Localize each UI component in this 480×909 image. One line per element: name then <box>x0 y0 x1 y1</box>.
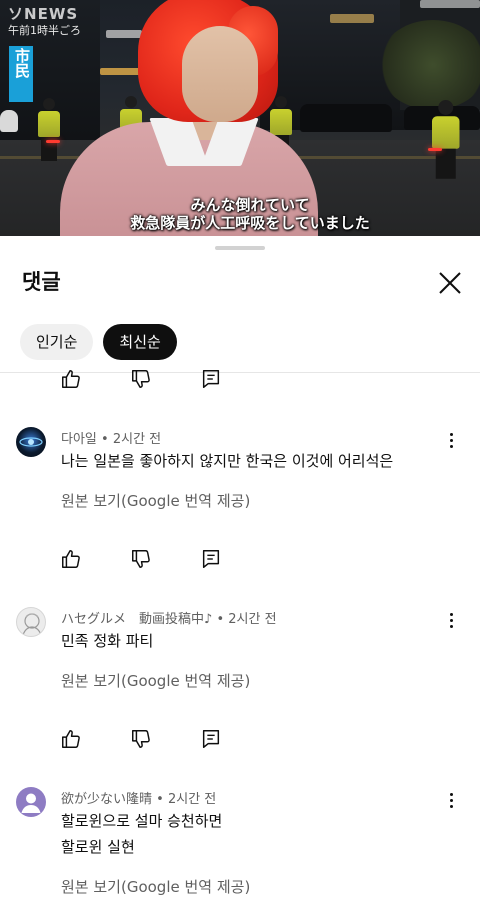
avatar[interactable] <box>16 607 46 637</box>
see-original-link[interactable]: 원본 보기(Google 번역 제공) <box>61 670 250 691</box>
broadcast-timestamp: 午前1時半ごろ <box>8 24 81 37</box>
meta-separator: • <box>156 792 164 807</box>
police-officer <box>38 98 60 161</box>
comment-actions <box>60 548 270 570</box>
broadcaster-overlay: ソNEWS 午前1時半ごろ <box>8 3 81 38</box>
sort-chips: 인기순 최신순 <box>20 324 177 360</box>
sheet-title: 댓글 <box>22 271 61 294</box>
broadcaster-logo: NEWS <box>24 5 79 23</box>
comment-author[interactable]: ハセグルメ 動画投稿中♪ <box>61 612 212 627</box>
thumbs-down-icon[interactable] <box>130 728 152 750</box>
broadcaster-prefix: ソ <box>8 5 25 23</box>
thumbs-down-icon[interactable] <box>130 548 152 570</box>
comment-meta: 다아일 • 2시간 전 <box>61 428 161 447</box>
meta-separator: • <box>101 432 109 447</box>
comment-author[interactable]: 다아일 <box>61 432 97 447</box>
speaker-tag-text: 市民 <box>13 48 31 78</box>
comment-text: 민족 정화 파티 <box>61 632 154 650</box>
close-button[interactable] <box>433 266 467 300</box>
sort-chip-popular[interactable]: 인기순 <box>20 324 94 360</box>
comment-meta: 欲が少ない隆晴 • 2시간 전 <box>61 788 216 807</box>
sort-chip-newest[interactable]: 최신순 <box>103 324 177 360</box>
thumbs-up-icon[interactable] <box>60 548 82 570</box>
store-sign <box>330 14 374 23</box>
thumbs-up-icon[interactable] <box>60 728 82 750</box>
see-original-link[interactable]: 원본 보기(Google 번역 제공) <box>61 876 250 897</box>
more-vert-icon[interactable] <box>440 789 462 811</box>
comment-item: 다아일 • 2시간 전 나는 일본을 좋아하지 않지만 한국은 이것에 어리석은… <box>0 422 480 582</box>
meta-separator: • <box>216 612 225 627</box>
more-vert-icon[interactable] <box>440 429 462 451</box>
comment-text-line: 할로윈으로 설마 승천하면 <box>61 812 223 830</box>
comment-actions <box>60 728 270 750</box>
speaker-tag: 市民 <box>9 46 33 102</box>
more-vert-icon[interactable] <box>440 609 462 631</box>
video-player[interactable]: ソNEWS 午前1時半ごろ 市民 みんな倒れていて 救急隊員が人工呼吸をしていま… <box>0 0 480 236</box>
comment-actions <box>60 370 270 390</box>
drag-handle[interactable] <box>215 246 265 250</box>
avatar-image <box>22 613 42 636</box>
avatar-image <box>19 437 43 447</box>
avatar-image <box>21 793 41 813</box>
reply-icon[interactable] <box>200 368 222 390</box>
comment-time: 2시간 전 <box>112 432 162 447</box>
comment-text: 할로윈으로 설마 승천하면 할로윈 실현 <box>61 808 222 860</box>
traffic-baton <box>428 148 442 151</box>
comment-author[interactable]: 欲が少ない隆晴 <box>61 792 152 807</box>
reply-icon[interactable] <box>200 728 222 750</box>
comment-item: ハセグルメ 動画投稿中♪ • 2시간 전 민족 정화 파티 원본 보기(Goog… <box>0 602 480 762</box>
comment-text: 나는 일본을 좋아하지 않지만 한국은 이것에 어리석은 <box>61 452 394 470</box>
comment-item: 欲が少ない隆晴 • 2시간 전 할로윈으로 설마 승천하면 할로윈 실현 원본 … <box>0 782 480 909</box>
reply-icon[interactable] <box>200 548 222 570</box>
subtitle-line-2: 救急隊員が人工呼吸をしていました <box>130 214 370 232</box>
avatar[interactable] <box>16 427 46 457</box>
see-original-link[interactable]: 원본 보기(Google 번역 제공) <box>61 490 250 511</box>
comment-time: 2시간 전 <box>167 792 217 807</box>
comment-meta: ハセグルメ 動画投稿中♪ • 2시간 전 <box>61 608 277 627</box>
parked-car <box>0 110 18 132</box>
avatar[interactable] <box>16 787 46 817</box>
comment-text-line: 할로윈 실현 <box>61 838 135 856</box>
comment-time: 2시간 전 <box>228 612 277 627</box>
close-icon <box>439 272 461 294</box>
comments-sheet: 댓글 인기순 최신순 다아일 • 2시간 전 나는 일본을 좋아하지 않지만 한… <box>0 236 480 909</box>
thumbs-down-icon[interactable] <box>130 368 152 390</box>
store-sign <box>420 0 480 8</box>
thumbs-up-icon[interactable] <box>60 368 82 390</box>
street-tree <box>378 20 480 110</box>
traffic-baton <box>46 140 60 143</box>
police-officer <box>432 100 460 179</box>
